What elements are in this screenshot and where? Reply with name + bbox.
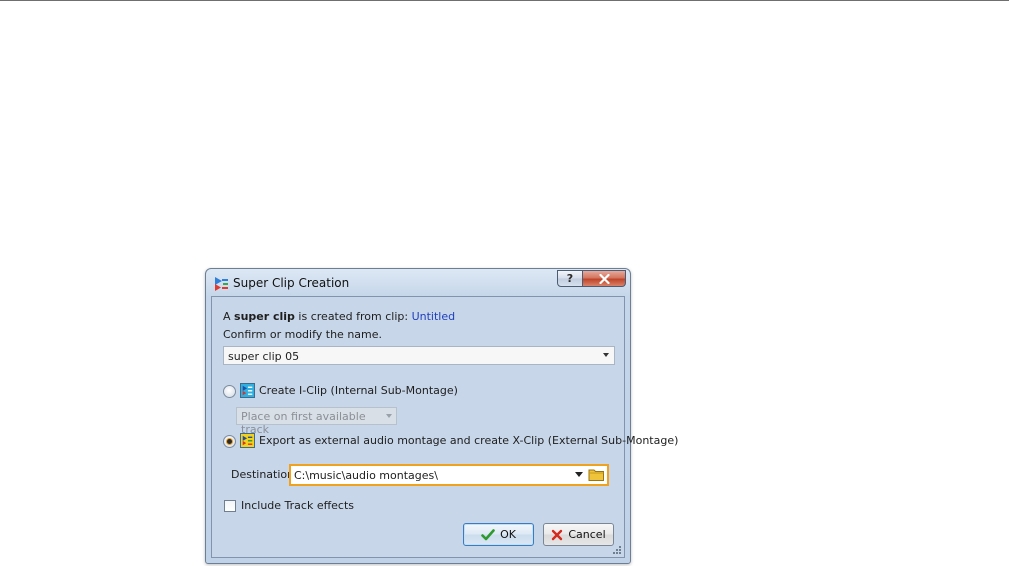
include-effects-checkbox[interactable] [224, 500, 236, 512]
option-xclip-label[interactable]: Export as external audio montage and cre… [259, 434, 678, 447]
chevron-down-icon[interactable] [603, 353, 609, 357]
chevron-down-icon[interactable] [575, 472, 583, 477]
ok-button[interactable]: OK [463, 523, 534, 546]
cancel-button[interactable]: Cancel [543, 523, 614, 546]
intro-bold: super clip [234, 310, 295, 323]
super-clip-dialog: Super Clip Creation ? A super clip is cr… [205, 268, 678, 564]
iclip-montage-icon [240, 383, 255, 398]
intro-text: A super clip is created from clip: Untit… [223, 310, 455, 323]
resize-grip-icon[interactable] [612, 545, 622, 555]
close-icon [598, 273, 610, 284]
clip-name-link[interactable]: Untitled [412, 310, 456, 323]
destination-value: C:\music\audio montages\ [294, 469, 438, 482]
intro-prefix: A [223, 310, 235, 323]
close-button[interactable] [583, 270, 626, 287]
intro-middle: is created from clip: [294, 310, 412, 323]
chevron-down-icon [386, 414, 392, 418]
radio-xclip[interactable] [223, 435, 236, 448]
help-icon: ? [566, 272, 574, 285]
red-x-icon [552, 529, 563, 540]
help-button[interactable]: ? [557, 270, 583, 287]
top-divider [0, 0, 1009, 1]
cancel-label: Cancel [568, 528, 606, 541]
placement-combo-value: Place on first available track [241, 410, 366, 436]
name-combo-value: super clip 05 [228, 350, 300, 363]
folder-icon[interactable] [588, 467, 605, 482]
instruction-text: Confirm or modify the name. [223, 328, 383, 341]
dialog-client-area: A super clip is created from clip: Untit… [211, 296, 678, 558]
name-combo[interactable]: super clip 05 [223, 346, 615, 365]
destination-label: Destination [231, 468, 295, 481]
option-iclip-label[interactable]: Create I-Clip (Internal Sub-Montage) [259, 384, 458, 397]
ok-label: OK [500, 528, 516, 541]
checkmark-icon [481, 528, 495, 540]
dialog-titlebar[interactable]: Super Clip Creation ? [206, 269, 630, 297]
radio-iclip[interactable] [223, 385, 236, 398]
dialog-title: Super Clip Creation [233, 276, 350, 290]
destination-combo[interactable]: C:\music\audio montages\ [289, 464, 609, 486]
xclip-montage-icon [240, 433, 255, 448]
placement-combo: Place on first available track [236, 407, 397, 436]
include-effects-label[interactable]: Include Track effects [241, 499, 354, 512]
super-clip-icon [215, 277, 228, 291]
